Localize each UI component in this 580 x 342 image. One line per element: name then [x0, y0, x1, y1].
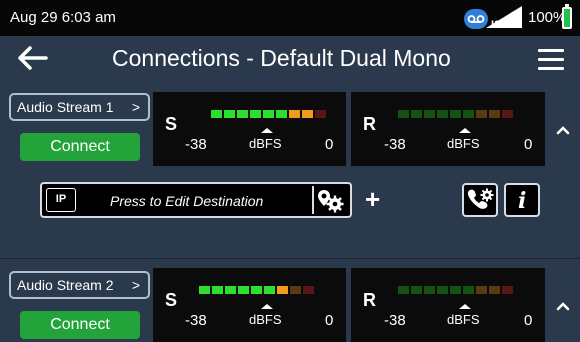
meter-min-label: -38	[185, 136, 207, 153]
meter-segment	[411, 286, 422, 294]
battery-icon	[562, 4, 572, 29]
meter-segment	[264, 286, 275, 294]
meter-segment	[437, 286, 448, 294]
page-title: Connections - Default Dual Mono	[112, 45, 451, 71]
meter-max-label: 0	[524, 136, 533, 153]
meter-channel-label: R	[363, 290, 376, 310]
location-gear-icon[interactable]	[312, 186, 348, 214]
meter-segment	[224, 110, 235, 118]
meter-unit-label: dBFS	[447, 312, 480, 327]
level-bar	[398, 110, 515, 118]
meter-segment	[225, 286, 236, 294]
meter-max-label: 0	[325, 136, 334, 153]
network-label: ISDN	[491, 19, 518, 31]
hamburger-menu-icon[interactable]	[538, 49, 564, 76]
voicemail-icon	[464, 9, 488, 29]
meter-segment	[315, 110, 326, 118]
meter-peak-marker	[459, 304, 471, 309]
meter-segment	[476, 110, 487, 118]
meter-peak-marker	[459, 128, 471, 133]
meter-segment	[424, 110, 435, 118]
meter-segment	[424, 286, 435, 294]
return-level-meter: R -38 dBFS 0	[351, 92, 545, 166]
connection-type-badge: IP	[46, 188, 76, 212]
meter-segment	[238, 286, 249, 294]
stream-label: Audio Stream 1	[17, 99, 114, 115]
meter-segment	[237, 110, 248, 118]
connect-button[interactable]: Connect	[20, 311, 140, 339]
meter-unit-label: dBFS	[249, 312, 282, 327]
connect-button[interactable]: Connect	[20, 133, 140, 161]
meter-segment	[502, 286, 513, 294]
meter-segment	[212, 286, 223, 294]
meter-max-label: 0	[524, 312, 533, 329]
meter-segment	[263, 110, 274, 118]
meter-segment	[303, 286, 314, 294]
meter-segment	[276, 110, 287, 118]
phone-gear-icon[interactable]	[462, 183, 498, 217]
status-bar: Aug 29 6:03 am ISDN 100%	[0, 0, 580, 36]
send-level-meter: S -38 dBFS 0	[153, 92, 346, 166]
chevron-up-icon[interactable]	[556, 298, 570, 316]
add-destination-button[interactable]: +	[365, 185, 380, 213]
chevron-up-icon[interactable]	[556, 122, 570, 140]
info-icon: i	[518, 188, 527, 214]
audio-stream-1-button[interactable]: Audio Stream 1 >	[9, 93, 150, 121]
meter-segment	[250, 110, 261, 118]
chevron-right-icon: >	[131, 277, 140, 293]
meter-segment	[251, 286, 262, 294]
battery-percent: 100%	[528, 9, 567, 26]
return-level-meter: R -38 dBFS 0	[351, 268, 545, 342]
meter-segment	[290, 286, 301, 294]
info-button[interactable]: i	[504, 183, 540, 217]
app-header: Connections - Default Dual Mono	[0, 36, 580, 80]
back-arrow-icon[interactable]	[18, 46, 48, 75]
destination-field[interactable]: IP Press to Edit Destination	[40, 182, 352, 218]
meter-segment	[302, 110, 313, 118]
meter-segment	[450, 286, 461, 294]
meter-peak-marker	[261, 304, 273, 309]
meter-segment	[489, 286, 500, 294]
meter-segment	[398, 286, 409, 294]
stream-label: Audio Stream 2	[17, 277, 114, 293]
destination-placeholder: Press to Edit Destination	[110, 193, 264, 209]
audio-stream-2-button[interactable]: Audio Stream 2 >	[9, 271, 150, 299]
meter-segment	[450, 110, 461, 118]
send-level-meter: S -38 dBFS 0	[153, 268, 346, 342]
meter-unit-label: dBFS	[249, 136, 282, 151]
chevron-right-icon: >	[131, 99, 140, 115]
meter-peak-marker	[261, 128, 273, 133]
meter-min-label: -38	[185, 312, 207, 329]
meter-segment	[398, 110, 409, 118]
meter-segment	[463, 286, 474, 294]
meter-segment	[502, 110, 513, 118]
meter-min-label: -38	[384, 136, 406, 153]
meter-channel-label: S	[165, 290, 178, 310]
meter-max-label: 0	[325, 312, 334, 329]
meter-channel-label: R	[363, 114, 376, 134]
meter-segment	[489, 110, 500, 118]
stream-divider	[0, 258, 580, 259]
level-bar	[211, 110, 328, 118]
status-time: Aug 29 6:03 am	[10, 9, 116, 26]
meter-segment	[211, 110, 222, 118]
meter-unit-label: dBFS	[447, 136, 480, 151]
meter-channel-label: S	[165, 114, 178, 134]
meter-segment	[411, 110, 422, 118]
meter-segment	[199, 286, 210, 294]
meter-segment	[476, 286, 487, 294]
level-bar	[199, 286, 316, 294]
meter-segment	[463, 110, 474, 118]
meter-min-label: -38	[384, 312, 406, 329]
meter-segment	[289, 110, 300, 118]
level-bar	[398, 286, 515, 294]
meter-segment	[437, 110, 448, 118]
meter-segment	[277, 286, 288, 294]
